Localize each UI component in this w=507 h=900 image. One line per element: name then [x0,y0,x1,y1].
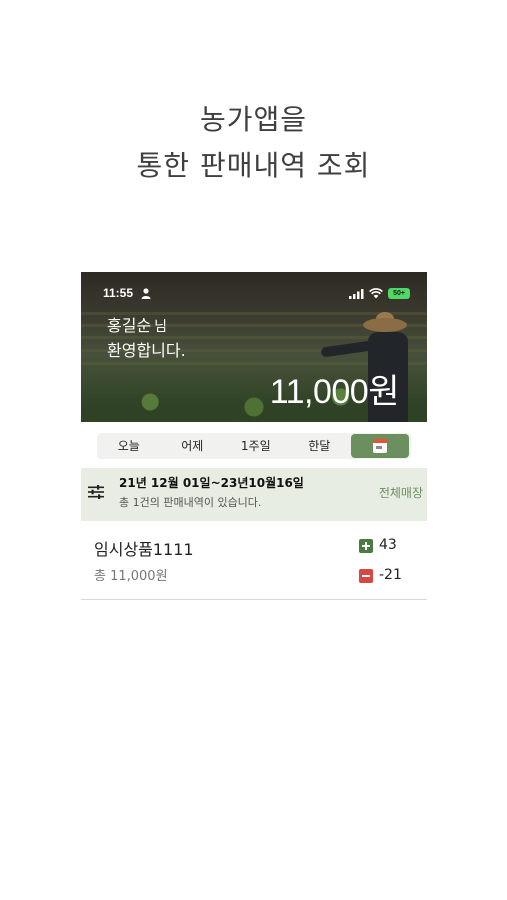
status-bar: 11:55 50+ [81,286,427,302]
tab-calendar[interactable] [351,434,409,458]
plus-count: 43 [379,537,397,553]
product-total: 총 11,000원 [94,569,168,584]
battery-icon: 50+ [388,288,410,299]
tab-today[interactable]: 오늘 [97,434,161,458]
plus-icon [359,539,373,553]
signal-icon [349,289,364,299]
status-time: 11:55 [103,286,134,300]
store-filter-button[interactable]: 전체매장 [379,484,423,501]
calendar-icon [373,439,387,453]
product-name: 임시상품1111 [94,540,194,559]
greeting: 홍길순 님 환영합니다. [107,314,186,362]
minus-count: -21 [379,567,402,583]
promo-heading: 농가앱을 통한 판매내역 조회 [0,97,507,189]
filter-icon[interactable] [88,485,104,499]
person-icon [141,288,151,299]
minus-icon [359,569,373,583]
farmer-hat-image [363,318,407,332]
user-name: 홍길순 [107,316,152,335]
period-tabs: 오늘 어제 1주일 한달 [97,433,411,459]
sales-list-item[interactable]: 임시상품1111 총 11,000원 43 -21 [81,527,427,600]
welcome-text: 환영합니다. [107,341,186,360]
date-range-panel: 21년 12월 01일~23년10월16일 총 1건의 판매내역이 있습니다. … [81,468,427,521]
tab-month[interactable]: 한달 [288,434,352,458]
user-name-suffix: 님 [154,319,168,335]
total-sales-amount: 11,000원 [269,373,400,411]
hero-banner: 11:55 50+ 홍길순 님 환영합니다. 11,000원 [81,272,427,422]
promo-line-2: 통한 판매내역 조회 [136,149,371,182]
app-screen: 11:55 50+ 홍길순 님 환영합니다. 11,000원 오늘 어제 1주일… [81,272,427,602]
sales-count-text: 총 1건의 판매내역이 있습니다. [119,496,262,509]
farmer-image [320,340,374,358]
tab-yesterday[interactable]: 어제 [161,434,225,458]
wifi-icon [369,288,383,299]
date-range-text[interactable]: 21년 12월 01일~23년10월16일 [119,474,304,491]
tab-week[interactable]: 1주일 [224,434,288,458]
promo-line-1: 농가앱을 [199,103,308,136]
